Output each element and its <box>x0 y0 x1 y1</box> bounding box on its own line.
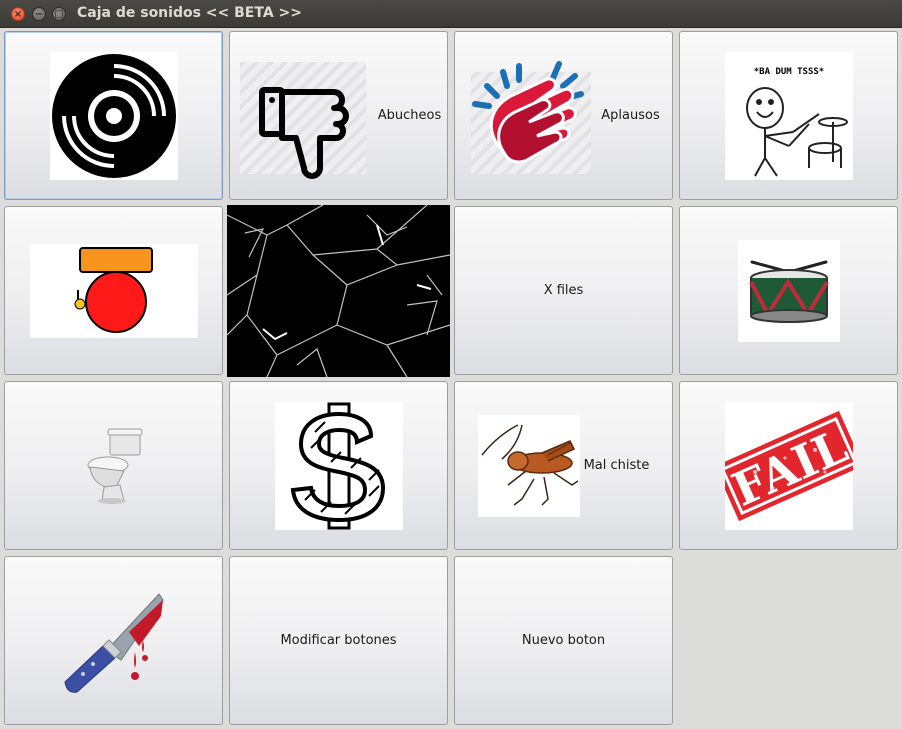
minimize-window-button[interactable]: − <box>32 7 46 21</box>
xfiles-label: X files <box>543 283 584 298</box>
boo-label: Abucheos <box>377 108 442 123</box>
modify-buttons-button[interactable]: Modificar botones <box>229 556 448 725</box>
app-window: × − □ Caja de sonidos << BETA >> Abucheo… <box>0 0 902 729</box>
close-window-button[interactable]: × <box>11 7 25 21</box>
maximize-window-button[interactable]: □ <box>52 7 66 21</box>
thumbs-down-icon <box>239 61 366 179</box>
alarm-bell-icon <box>29 243 198 338</box>
bad-joke-label: Mal chiste <box>583 458 650 473</box>
new-button-label: Nuevo boton <box>521 633 606 648</box>
cricket-icon <box>477 414 580 517</box>
applause-label: Aplausos <box>601 108 660 123</box>
broken-glass-button[interactable] <box>227 205 450 377</box>
toilet-icon <box>87 428 142 504</box>
modify-buttons-label: Modificar botones <box>280 633 397 648</box>
title-bar: × − □ Caja de sonidos << BETA >> <box>0 0 902 28</box>
money-sound-button[interactable] <box>229 381 448 550</box>
xfiles-sound-button[interactable]: X files <box>454 206 673 375</box>
fail-stamp-icon: FAIL <box>724 401 853 530</box>
toilet-sound-button[interactable] <box>4 381 223 550</box>
alarm-sound-button[interactable] <box>4 206 223 375</box>
boo-sound-button[interactable]: Abucheos <box>229 31 448 200</box>
knife-sound-button[interactable] <box>4 556 223 725</box>
vinyl-record-icon <box>49 51 178 180</box>
vinyl-sound-button[interactable] <box>4 31 223 200</box>
snare-drum-icon <box>737 239 840 342</box>
rimshot-caption: *BA DUM TSSS* <box>753 67 823 77</box>
bloody-knife-icon <box>63 592 164 693</box>
applause-sound-button[interactable]: Aplausos <box>454 31 673 200</box>
window-title: Caja de sonidos << BETA >> <box>77 5 302 21</box>
clapping-hands-icon <box>471 60 592 174</box>
rimshot-sound-button[interactable]: *BA DUM TSSS* <box>679 31 898 200</box>
broken-glass-image <box>227 205 450 377</box>
new-button-button[interactable]: Nuevo boton <box>454 556 673 725</box>
drumroll-sound-button[interactable] <box>679 206 898 375</box>
fail-sound-button[interactable]: FAIL <box>679 381 898 550</box>
dollar-sign-icon <box>274 401 403 530</box>
bad-joke-sound-button[interactable]: Mal chiste <box>454 381 673 550</box>
drummer-meme-icon: *BA DUM TSSS* <box>724 51 853 180</box>
